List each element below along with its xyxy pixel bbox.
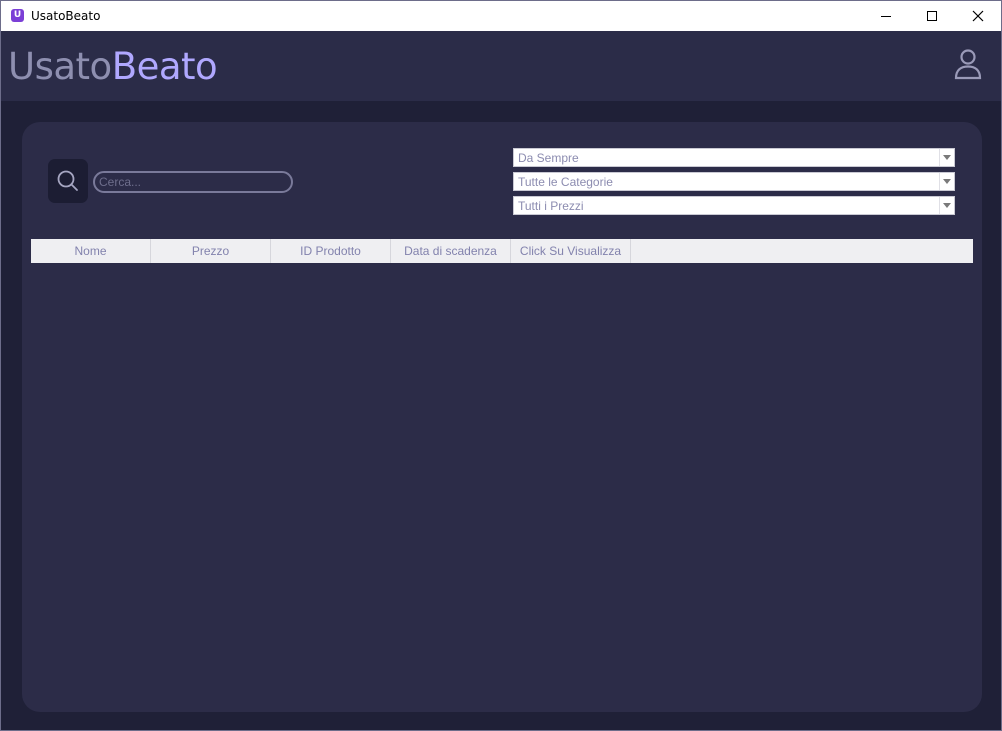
maximize-button[interactable]	[909, 1, 955, 31]
date-filter-select[interactable]: Da Sempre	[513, 148, 955, 167]
window-title: UsatoBeato	[31, 9, 101, 23]
maximize-icon	[927, 11, 937, 21]
main-panel: Da Sempre Tutte le Categorie Tutti i Pre…	[22, 122, 982, 712]
chevron-down-icon	[939, 197, 954, 214]
app-window: U UsatoBeato UsatoBeato Da	[0, 0, 1002, 731]
minimize-icon	[881, 16, 891, 17]
close-icon	[972, 10, 984, 22]
search-icon	[57, 170, 78, 191]
search-input[interactable]	[93, 171, 293, 193]
search-button[interactable]	[48, 159, 88, 203]
title-bar: U UsatoBeato	[1, 1, 1001, 31]
close-button[interactable]	[955, 1, 1001, 31]
column-header-visualizza[interactable]: Click Su Visualizza	[511, 239, 631, 263]
category-filter-value: Tutte le Categorie	[518, 175, 613, 189]
chevron-down-icon	[939, 173, 954, 190]
column-header-data-scadenza[interactable]: Data di scadenza	[391, 239, 511, 263]
chevron-down-icon	[939, 149, 954, 166]
minimize-button[interactable]	[863, 1, 909, 31]
date-filter-value: Da Sempre	[518, 151, 579, 165]
category-filter-select[interactable]: Tutte le Categorie	[513, 172, 955, 191]
column-header-nome[interactable]: Nome	[31, 239, 151, 263]
price-filter-value: Tutti i Prezzi	[518, 199, 584, 213]
price-filter-select[interactable]: Tutti i Prezzi	[513, 196, 955, 215]
app-icon: U	[11, 9, 24, 22]
app-header: UsatoBeato	[1, 31, 1001, 101]
app-logo: UsatoBeato	[8, 45, 218, 88]
user-icon[interactable]	[952, 48, 984, 80]
products-table-header: Nome Prezzo ID Prodotto Data di scadenza…	[31, 239, 973, 263]
column-header-id-prodotto[interactable]: ID Prodotto	[271, 239, 391, 263]
column-header-prezzo[interactable]: Prezzo	[151, 239, 271, 263]
